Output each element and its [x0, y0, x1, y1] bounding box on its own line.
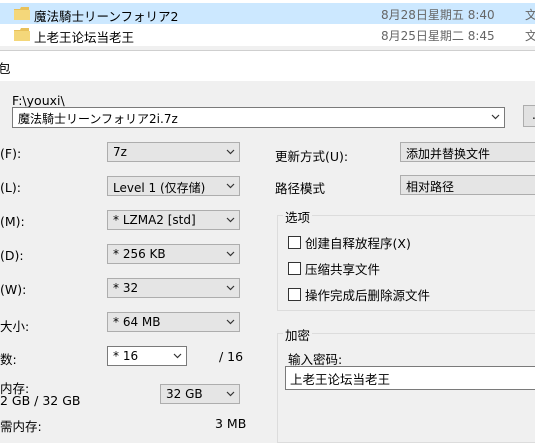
file-type: 文	[525, 29, 535, 43]
memory-value: 32 GB	[166, 387, 203, 401]
file-row-1[interactable]: 魔法騎士リーンフォリア2 8月28日星期五 8:40 文	[0, 3, 535, 24]
sfx-checkbox-label: 创建自释放程序(X)	[305, 236, 411, 251]
checkbox-box[interactable]	[288, 262, 301, 275]
format-label: (F):	[0, 146, 22, 161]
word-size-label: (W):	[0, 282, 27, 297]
options-title: 选项	[283, 207, 313, 226]
file-name: 魔法騎士リーンフォリア2	[34, 9, 179, 24]
format-select[interactable]: 7z	[107, 142, 240, 162]
path-mode-select[interactable]: 相对路径	[400, 175, 535, 195]
update-mode-label: 更新方式(U):	[275, 149, 349, 164]
folder-icon	[14, 7, 30, 20]
checkbox-box[interactable]	[288, 288, 301, 301]
update-mode-select[interactable]: 添加并替换文件	[400, 142, 535, 162]
sfx-checkbox[interactable]: 创建自释放程序(X)	[288, 233, 411, 252]
password-input[interactable]: 上老王论坛当老王	[285, 366, 535, 390]
checkbox-box[interactable]	[288, 236, 301, 249]
level-value: Level 1 (仅存储)	[113, 181, 206, 195]
file-date: 8月28日星期五 8:40	[381, 8, 495, 22]
path-mode-label: 路径模式	[275, 181, 326, 196]
solid-size-label: 大小:	[0, 319, 30, 334]
archive-name-value: 魔法騎士リーンフォリア2i.7z	[18, 112, 178, 126]
chevron-down-icon	[173, 353, 182, 359]
threads-value: * 16	[113, 349, 139, 363]
dialog-titlebar: 包	[0, 51, 535, 81]
password-value: 上老王论坛当老王	[290, 372, 391, 387]
memory-select[interactable]: 32 GB	[160, 384, 240, 404]
update-mode-value: 添加并替换文件	[406, 147, 491, 161]
delete-after-checkbox-label: 操作完成后删除源文件	[305, 288, 431, 303]
dialog-title: 包	[0, 61, 11, 76]
memory-info: 2 GB / 32 GB	[0, 393, 81, 408]
archive-path-label: F:\youxi\	[12, 93, 65, 108]
delete-after-checkbox[interactable]: 操作完成后删除源文件	[288, 285, 430, 304]
chevron-down-icon	[491, 114, 500, 120]
dictionary-label: (D):	[0, 248, 24, 263]
dictionary-value: * 256 KB	[113, 247, 166, 261]
solid-size-select[interactable]: * 64 MB	[107, 312, 240, 332]
file-name: 上老王论坛当老王	[34, 30, 135, 45]
shared-files-checkbox[interactable]: 压缩共享文件	[288, 259, 380, 278]
decompress-memory-label: 需内存:	[0, 419, 42, 434]
word-size-select[interactable]: * 32	[107, 278, 240, 298]
file-list: 魔法騎士リーンフォリア2 8月28日星期五 8:40 文 上老王论坛当老王 8月…	[0, 0, 535, 46]
level-select[interactable]: Level 1 (仅存储)	[107, 176, 240, 196]
threads-max: / 16	[219, 349, 244, 364]
method-value: * LZMA2 [std]	[113, 213, 196, 227]
method-label: (M):	[0, 214, 25, 229]
dictionary-select[interactable]: * 256 KB	[107, 244, 240, 264]
chevron-down-icon	[226, 149, 235, 155]
folder-icon	[14, 28, 30, 41]
file-date: 8月25日星期二 8:45	[381, 29, 495, 43]
file-type: 文	[525, 8, 535, 22]
threads-label: 数:	[0, 352, 17, 367]
decompress-memory-value: 3 MB	[215, 416, 247, 431]
encryption-title: 加密	[283, 325, 313, 344]
solid-size-value: * 64 MB	[113, 315, 161, 329]
method-select[interactable]: * LZMA2 [std]	[107, 210, 240, 230]
word-size-value: * 32	[113, 281, 139, 295]
archive-name-combo[interactable]: 魔法騎士リーンフォリア2i.7z	[12, 107, 505, 128]
level-label: (L):	[0, 180, 21, 195]
chevron-down-icon	[226, 319, 235, 325]
chevron-down-icon	[226, 285, 235, 291]
chevron-down-icon	[226, 183, 235, 189]
file-row-2[interactable]: 上老王论坛当老王 8月25日星期二 8:45 文	[0, 24, 535, 45]
shared-files-checkbox-label: 压缩共享文件	[305, 262, 381, 277]
browse-button[interactable]: ...	[523, 105, 535, 127]
chevron-down-icon	[226, 251, 235, 257]
chevron-down-icon	[226, 217, 235, 223]
path-mode-value: 相对路径	[406, 180, 455, 194]
threads-select[interactable]: * 16	[107, 346, 187, 366]
format-value: 7z	[113, 145, 127, 159]
chevron-down-icon	[226, 391, 235, 397]
